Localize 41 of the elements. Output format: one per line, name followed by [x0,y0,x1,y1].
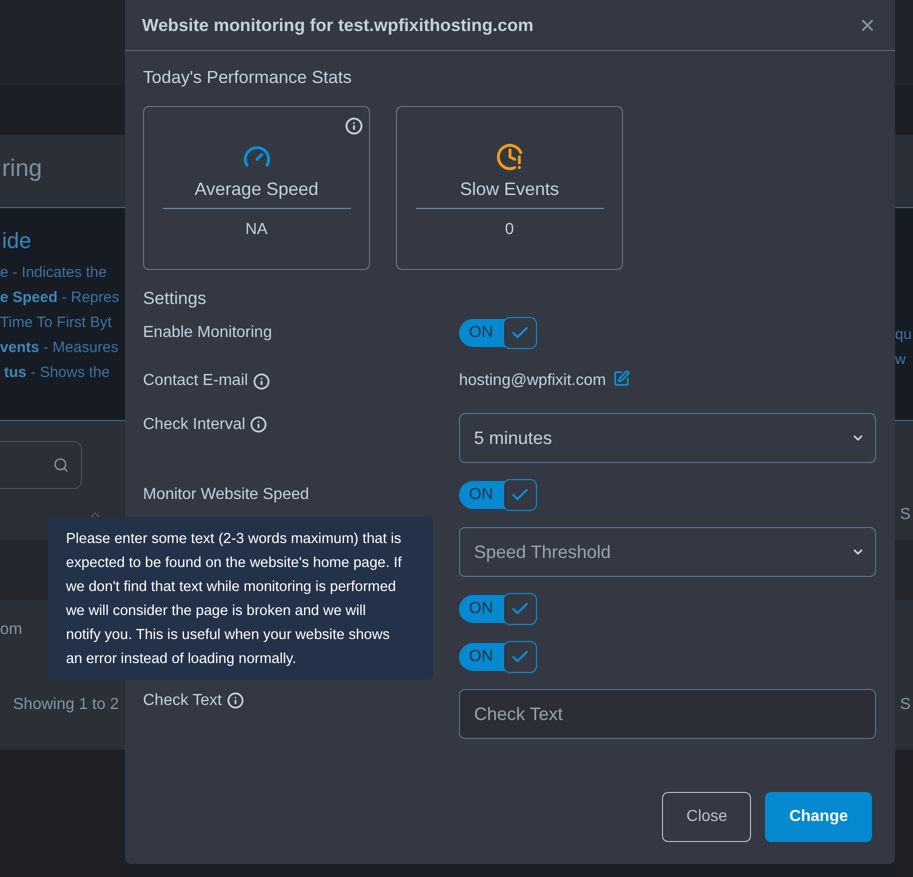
guide-text: e - Indicates the [0,263,107,283]
pagination-text: S [899,696,911,714]
email-text: hosting@wpfixit.com [459,372,606,390]
close-button[interactable]: Close [662,792,752,842]
guide-text: w [895,350,906,370]
info-icon[interactable] [226,692,244,709]
guide-heading: ide [2,228,32,254]
clock-alert-icon [496,143,524,171]
column-header: S [899,506,911,524]
guide-text: tus - Shows the [3,363,110,383]
info-icon[interactable] [252,372,270,390]
stat-label: Slow Events [416,179,604,209]
close-button[interactable]: × [860,12,875,38]
edit-icon[interactable] [612,370,630,386]
guide-text: qu [895,325,912,345]
tooltip: Please enter some text (2-3 words maximum) that is expected to be found on the website's home page. If we don't find that text while monitoring is performed we will consider the page is broken and we will notify you. This is useful when your website shows an error instead of loading normally. [48,517,433,680]
guide-text: vents - Measures [0,338,118,358]
pagination-info: Showing 1 to 2 [12,696,119,714]
select-field[interactable]: Speed Threshold [459,527,876,577]
section-title: Settings [143,288,206,309]
section-title: Today's Performance Stats [143,67,352,88]
stat-value: NA [245,221,268,239]
setting-label: Check Interval [143,416,246,434]
setting-label: Check Text [143,692,222,710]
setting-label: Enable Monitoring [143,324,272,342]
submit-button[interactable]: Change [765,792,872,842]
modal-title: Website monitoring for test.wpfixithosting.com [142,14,534,36]
stat-value: 0 [505,221,514,239]
table-cell: om [0,621,22,639]
info-icon[interactable] [250,416,268,433]
guide-text: Time To First Byt [0,313,112,333]
page-heading: ring [2,155,42,183]
search-icon [53,457,69,473]
stat-label: Average Speed [162,179,350,209]
select-field[interactable]: 5 minutes [459,413,876,463]
search-field[interactable] [0,441,82,489]
info-icon[interactable] [345,117,363,135]
setting-label: Contact E-mail [143,372,248,390]
input-field[interactable]: Check Text [459,689,876,739]
setting-label: Monitor Website Speed [143,486,310,504]
guide-text: e Speed - Repres [0,288,120,308]
